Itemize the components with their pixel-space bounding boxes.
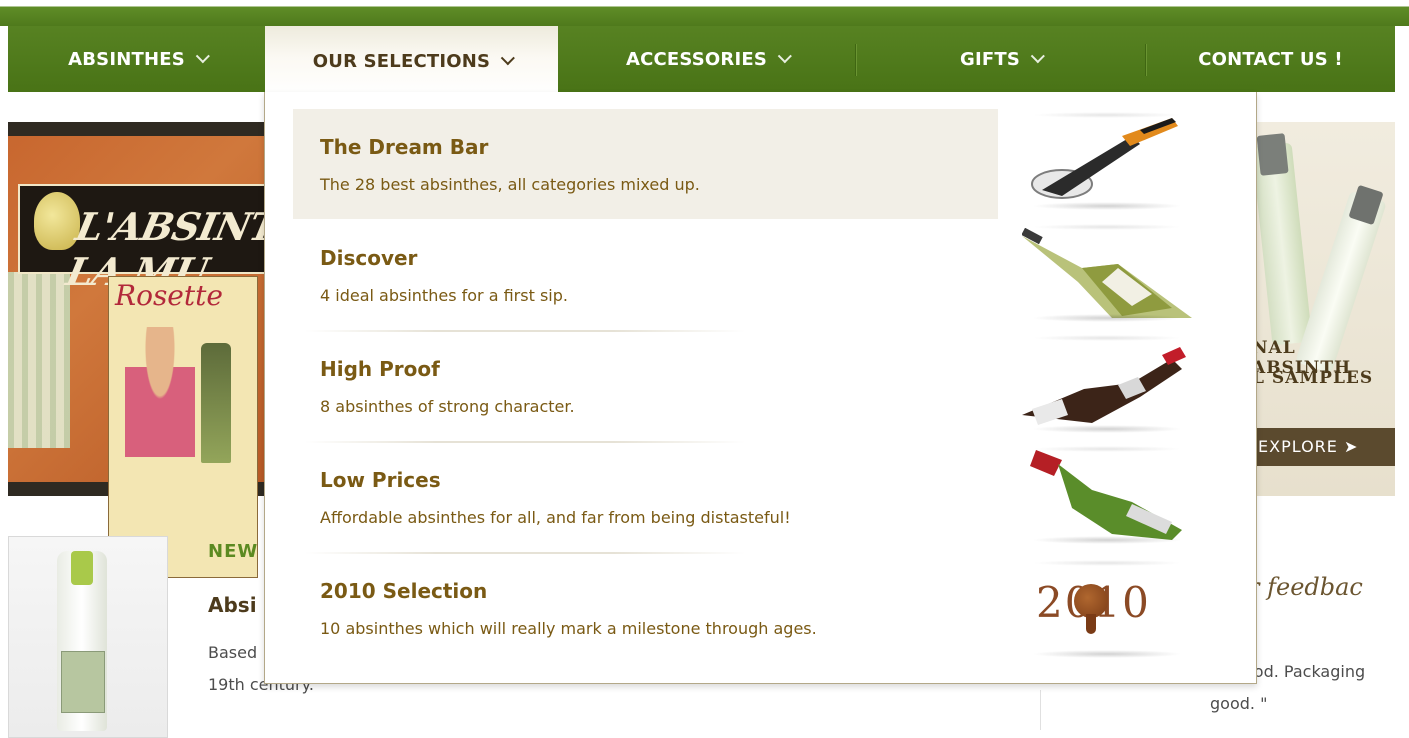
dark-bottle-graphic bbox=[1022, 347, 1186, 425]
product-title-link[interactable]: Absi bbox=[208, 593, 257, 617]
poster-rosette: Rosette bbox=[108, 276, 258, 578]
absinthe-spoon-image[interactable] bbox=[1022, 112, 1192, 210]
green-bottle-graphic bbox=[1021, 227, 1192, 318]
poster-bottle-figure bbox=[201, 343, 231, 463]
nav-accessories[interactable]: ACCESSORIES bbox=[558, 26, 855, 92]
poster-lady-figure bbox=[125, 327, 195, 467]
red-cap-bottle-graphic bbox=[1030, 450, 1182, 540]
feedback-heading: r feedbac bbox=[1248, 573, 1363, 601]
product-bottle-image bbox=[57, 551, 107, 731]
product-desc-line1: Based bbox=[208, 643, 258, 662]
absinthe-spoon-graphic bbox=[1031, 118, 1178, 199]
nav-absinthes-label: ABSINTHES bbox=[68, 48, 185, 70]
dropdown-item-title: High Proof bbox=[320, 357, 440, 381]
wax-seal-2010-image[interactable]: 2010 bbox=[1022, 560, 1192, 658]
poster-left bbox=[8, 272, 70, 448]
dropdown-item-title: The Dream Bar bbox=[320, 135, 489, 159]
main-nav: ABSINTHES OUR SELECTIONS ACCESSORIES GIF… bbox=[8, 26, 1395, 96]
dropdown-item-desc: 10 absinthes which will really mark a mi… bbox=[320, 619, 817, 638]
new-label: NEW bbox=[208, 541, 259, 562]
dropdown-item-desc: Affordable absinthes for all, and far fr… bbox=[320, 508, 791, 527]
wax-seal-icon bbox=[1074, 584, 1108, 634]
nav-absinthes[interactable]: ABSINTHES bbox=[8, 26, 265, 92]
nav-contact-us-label: CONTACT US ! bbox=[1198, 48, 1343, 70]
chevron-down-icon bbox=[500, 51, 516, 66]
dropdown-item-discover[interactable]: Discover 4 ideal absinthes for a first s… bbox=[293, 220, 998, 330]
top-strip bbox=[0, 0, 1409, 26]
feedback-quote-line2: good. " bbox=[1210, 694, 1268, 713]
green-bottle-image[interactable] bbox=[1021, 224, 1192, 322]
banner-right-line2: L SAMPLES bbox=[1252, 368, 1374, 388]
banner-left-posters[interactable]: L'ABSINTHE LA MU Rosette bbox=[8, 122, 345, 578]
selections-dropdown: The Dream Bar The 28 best absinthes, all… bbox=[264, 92, 1257, 684]
dropdown-item-title: Discover bbox=[320, 246, 418, 270]
banner-board: L'ABSINTHE LA MU Rosette bbox=[8, 136, 345, 578]
nav-gifts-label: GIFTS bbox=[959, 48, 1020, 70]
dropdown-item-desc: 4 ideal absinthes for a first sip. bbox=[320, 286, 568, 305]
nav-our-selections-label: OUR SELECTIONS bbox=[312, 50, 491, 72]
sample-tube-image bbox=[1251, 142, 1313, 346]
dropdown-item-title: Low Prices bbox=[320, 468, 441, 492]
dropdown-item-title: 2010 Selection bbox=[320, 579, 488, 603]
explore-button[interactable]: EXPLORE ➤ bbox=[1252, 428, 1395, 466]
nav-gifts[interactable]: GIFTS bbox=[856, 26, 1144, 92]
poster-rosette-title: Rosette bbox=[115, 279, 223, 312]
dark-bottle-image[interactable] bbox=[1022, 335, 1192, 433]
red-cap-bottle-image[interactable] bbox=[1022, 446, 1192, 544]
explore-label: EXPLORE ➤ bbox=[1258, 437, 1359, 456]
chevron-down-icon bbox=[195, 49, 210, 64]
dropdown-item-2010-selection[interactable]: 2010 Selection 10 absinthes which will r… bbox=[293, 553, 998, 663]
product-image[interactable] bbox=[8, 536, 168, 738]
dropdown-item-desc: The 28 best absinthes, all categories mi… bbox=[320, 175, 700, 194]
banner-right-samples[interactable]: NAL ABSINTH L SAMPLES EXPLORE ➤ bbox=[1251, 122, 1395, 496]
dropdown-item-high-proof[interactable]: High Proof 8 absinthes of strong charact… bbox=[293, 331, 998, 441]
nav-accessories-label: ACCESSORIES bbox=[625, 48, 768, 70]
dropdown-item-dream-bar[interactable]: The Dream Bar The 28 best absinthes, all… bbox=[293, 109, 998, 219]
nav-our-selections[interactable]: OUR SELECTIONS bbox=[265, 26, 558, 96]
chevron-down-icon bbox=[1030, 49, 1045, 64]
chevron-down-icon bbox=[777, 49, 792, 64]
nav-contact-us[interactable]: CONTACT US ! bbox=[1146, 26, 1395, 92]
feedback-quote-line1: ood. Packaging bbox=[1244, 662, 1366, 681]
dropdown-item-low-prices[interactable]: Low Prices Affordable absinthes for all,… bbox=[293, 442, 998, 552]
poster-absinthe-title: L'ABSINTHE LA MU bbox=[18, 184, 345, 294]
dropdown-item-desc: 8 absinthes of strong character. bbox=[320, 397, 575, 416]
column-divider bbox=[1040, 690, 1041, 730]
